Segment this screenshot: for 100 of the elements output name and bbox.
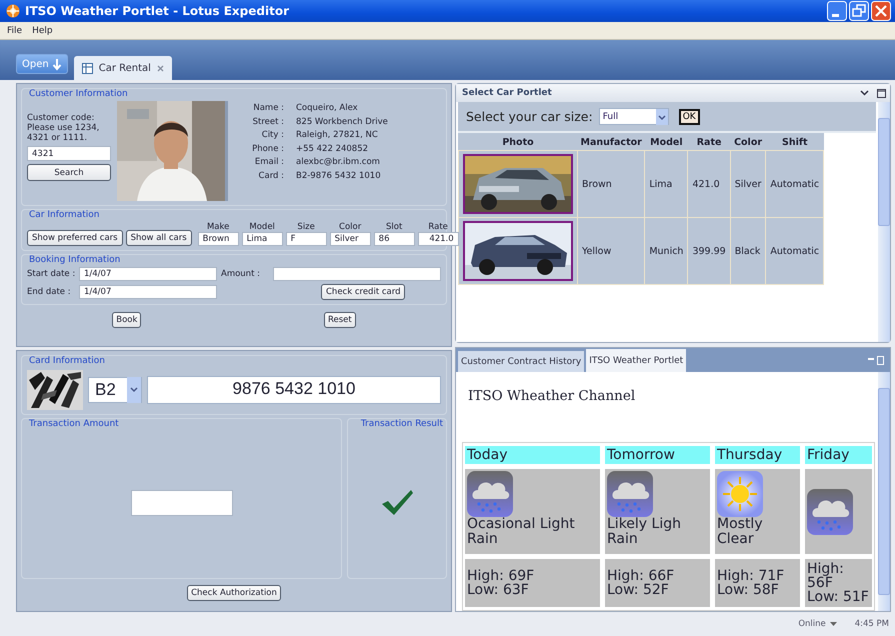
field-label: Amount : — [221, 269, 261, 279]
high-temperature: High: 66F — [607, 569, 676, 583]
field-label: Model — [248, 222, 276, 232]
day-header: Friday — [805, 446, 872, 464]
field-value: B2-9876 5432 1010 — [296, 170, 382, 182]
table-cell: Black — [730, 218, 766, 284]
field-label: Phone : — [251, 144, 284, 155]
amount-field[interactable] — [130, 490, 232, 516]
minimize-icon[interactable] — [827, 1, 847, 21]
high-temperature: High: 71F — [717, 569, 786, 583]
day-header: Tomorrow — [605, 446, 710, 464]
field-label: Size — [296, 222, 316, 232]
input-field[interactable]: F — [286, 232, 327, 246]
scrollbar-thumb[interactable] — [878, 118, 890, 226]
portlet-title: Select Car Portlet — [462, 88, 553, 98]
input-field[interactable]: Silver — [330, 232, 371, 246]
instruction-text: Customer code: Please use 1234, 4321 or 1111. — [27, 113, 100, 143]
group-title: Transaction Amount — [28, 419, 120, 429]
low-temperature: Low: 51F — [807, 590, 870, 604]
field-label: Name : — [252, 103, 284, 114]
field-label: Email : — [254, 157, 284, 168]
field-value: Raleigh, 27821, NC — [296, 130, 379, 142]
rain-cloud-icon — [807, 488, 853, 534]
sun-icon — [717, 471, 763, 517]
group-title: Car Information — [28, 210, 100, 220]
date-field[interactable]: 1/4/07 — [79, 267, 217, 281]
chevron-down-icon[interactable] — [860, 90, 869, 96]
input-field[interactable]: Brown — [198, 232, 239, 246]
forecast-text: Mostly Clear — [717, 517, 764, 547]
table-cell: Automatic — [766, 218, 824, 284]
table-cell: Silver — [730, 150, 766, 218]
size-dropdown[interactable]: Full — [598, 108, 669, 125]
forecast-text: Likely Ligh Rain — [607, 517, 682, 547]
action-button[interactable]: Reset — [324, 312, 356, 328]
day-header: Today — [465, 446, 600, 464]
caret-icon[interactable] — [830, 622, 837, 626]
low-temperature: Low: 58F — [717, 583, 780, 597]
menu-item[interactable]: Help — [32, 26, 53, 36]
input-field[interactable]: 421.0 — [418, 232, 459, 246]
tab[interactable]: ITSO Weather Portlet — [586, 349, 686, 372]
field-label: Rate — [427, 222, 449, 232]
tab[interactable]: Customer Contract History — [458, 351, 584, 372]
maximize-icon[interactable] — [877, 88, 886, 98]
card-number-field[interactable]: 9876 5432 1010 — [147, 376, 441, 404]
input-field[interactable]: Lima — [242, 232, 283, 246]
low-temperature: Low: 63F — [467, 583, 530, 597]
code-field[interactable]: 4321 — [27, 146, 111, 161]
check-icon — [380, 488, 414, 518]
field-value: +55 422 240852 — [296, 144, 370, 155]
card-prefix-dropdown[interactable]: B2 — [88, 377, 142, 403]
car-filter-button[interactable]: Show preferred cars — [27, 230, 123, 246]
check-credit-card-button[interactable]: Check credit card — [321, 284, 406, 300]
action-button[interactable]: Book — [112, 312, 142, 328]
tab-label: Car Rental — [98, 62, 151, 74]
field-label: Make — [206, 222, 230, 232]
field-label: Color — [338, 222, 362, 232]
table-cell: Yellow — [578, 218, 645, 284]
input-field[interactable]: 86 — [374, 232, 415, 246]
column-header: Photo — [458, 133, 578, 150]
rain-cloud-icon — [467, 471, 513, 517]
minimize-maximize-icon[interactable] — [868, 356, 884, 364]
channel-heading: ITSO Wheather Channel — [467, 387, 636, 406]
table-cell: 421.0 — [688, 150, 730, 218]
field-label: City : — [260, 130, 284, 142]
date-field[interactable]: 1/4/07 — [79, 285, 217, 299]
app-logo-icon — [6, 4, 20, 18]
forecast-text: Ocasional Light Rain — [467, 517, 576, 547]
table-icon — [82, 62, 93, 74]
search-button[interactable]: Search — [27, 164, 111, 181]
table-cell: Munich — [644, 218, 688, 284]
low-temperature: Low: 52F — [607, 583, 670, 597]
field-value: Coqueiro, Alex — [296, 103, 359, 114]
high-temperature: High: 69F — [467, 569, 536, 583]
column-header: Rate — [688, 133, 730, 150]
window-title: ITSO Weather Portlet - Lotus Expeditor — [25, 4, 290, 18]
field-label: Card : — [258, 170, 284, 182]
amount-field[interactable] — [273, 267, 441, 281]
ok-button[interactable]: OK — [678, 108, 700, 124]
car-filter-button[interactable]: Show all cars — [126, 230, 192, 246]
high-temperature: High: 56F — [807, 562, 844, 590]
field-label: Start date : — [27, 269, 75, 279]
check-authorization-button[interactable]: Check Authorization — [187, 585, 281, 601]
tab[interactable]: Car Rental — [74, 56, 172, 80]
field-label: Street : — [252, 116, 284, 128]
close-icon[interactable] — [156, 64, 164, 72]
rain-cloud-icon — [607, 471, 653, 517]
column-header: Shift — [766, 133, 824, 150]
clock: 4:45 PM — [854, 619, 889, 629]
table-cell: Lima — [644, 150, 688, 218]
table-cell: Brown — [578, 150, 645, 218]
restore-icon[interactable] — [849, 1, 869, 21]
status-menu[interactable]: Online — [798, 619, 837, 629]
field-value: 825 Workbench Drive — [296, 116, 388, 128]
column-header: Manufactor — [578, 133, 645, 150]
table-cell: Automatic — [766, 150, 824, 218]
day-header: Thursday — [715, 446, 800, 464]
scrollbar[interactable] — [878, 102, 890, 342]
field-label: Slot — [385, 222, 404, 232]
column-header: Color — [730, 133, 766, 150]
menu-item[interactable]: File — [7, 26, 22, 36]
